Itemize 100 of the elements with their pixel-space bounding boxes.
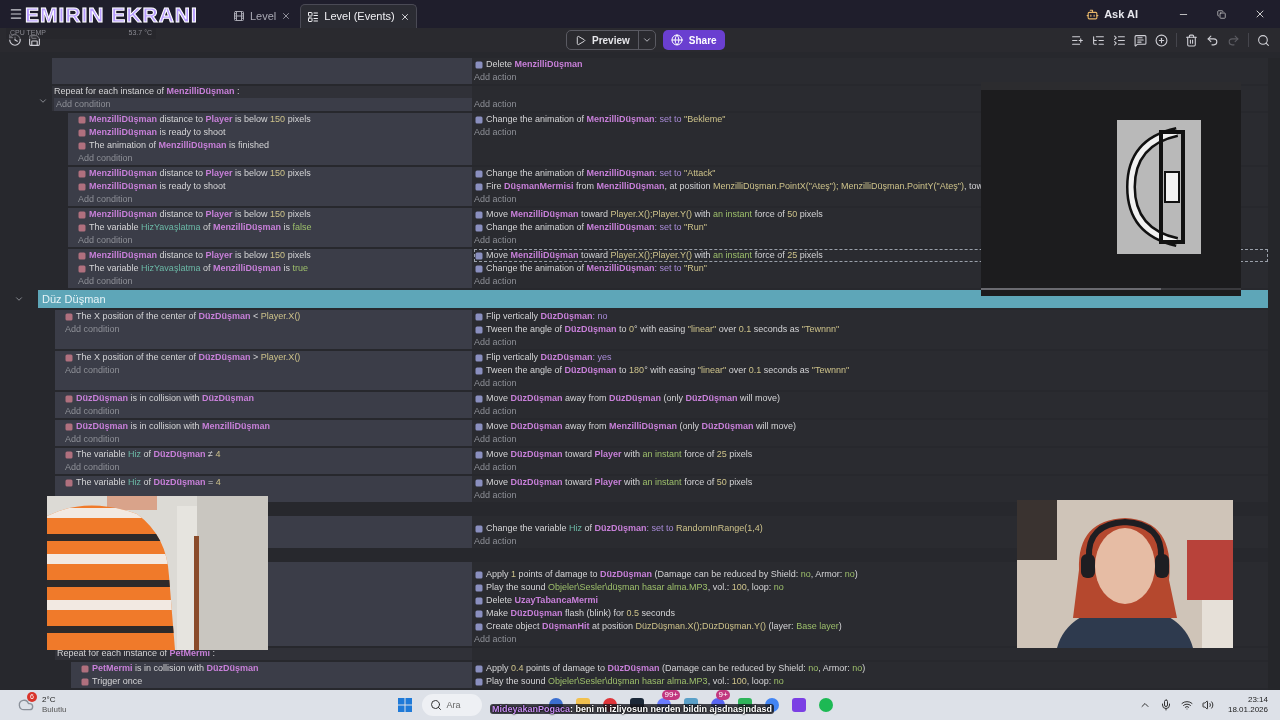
search-icon[interactable] [1257, 33, 1270, 47]
condition-text: DüzDüşman is in collision with DüzDüşman [76, 391, 255, 405]
action-text: Change the animation of MenzilliDüşman: set to "Run" [486, 220, 707, 234]
wifi-icon[interactable] [1180, 699, 1193, 711]
action-text: Tween the angle of DüzDüşman to 180° with easing "linear" over 0.1 seconds as "Tewnnn" [486, 363, 850, 377]
action-row[interactable]: Play the sound Objeler\Sesler\düşman hasar alma.MP3, vol.: 100, loop: no [474, 581, 1268, 594]
action-text: Move DüzDüşman toward Player with an instant force of 50 pixels [486, 475, 753, 489]
add-action-link[interactable]: Add action [474, 488, 517, 503]
add-action-link[interactable]: Add action [474, 70, 517, 85]
action-text: Change the animation of MenzilliDüşman: set to "Bekleme" [486, 112, 726, 126]
action-row[interactable]: Move DüzDüşman away from DüzDüşman (only DüzDüşman will move) [474, 392, 1268, 405]
menu-icon[interactable] [9, 7, 23, 21]
collapse-chevron-icon[interactable] [38, 96, 48, 106]
add-condition-link[interactable]: Add condition [56, 97, 111, 112]
add-condition-link[interactable]: Add condition [65, 322, 120, 337]
action-row[interactable]: Tween the angle of DüzDüşman to 0° with easing "linear" over 0.1 seconds as "Tewnnn" [474, 323, 1268, 336]
add-action-link[interactable]: Add action [474, 432, 517, 447]
add-condition-link[interactable]: Add condition [78, 192, 133, 207]
add-icon[interactable] [1155, 33, 1168, 47]
share-button[interactable]: Share [662, 30, 725, 50]
add-condition-link[interactable]: Add condition [65, 460, 120, 475]
action-text: Move DüzDüşman away from MenzilliDüşman (only DüzDüşman will move) [486, 419, 797, 433]
action-icon [475, 394, 483, 403]
add-condition-link[interactable]: Add condition [65, 404, 120, 419]
condition-text: MenzilliDüşman is ready to shoot [89, 125, 226, 139]
add-subevent-icon[interactable] [1092, 33, 1105, 47]
temperature-text: 2°C [42, 695, 57, 705]
add-condition-link[interactable]: Add condition [78, 233, 133, 248]
action-row[interactable]: Move MenzilliDüşman toward Player.X();Player.Y() with an instant force of 50 pixels [474, 208, 1268, 221]
action-row[interactable]: Move DüzDüşman toward Player with an instant force of 25 pixels [474, 448, 1268, 461]
action-row[interactable]: Change the animation of MenzilliDüşman: set to "Run" [474, 262, 1268, 275]
add-action-link[interactable]: Add action [474, 534, 517, 549]
action-text: Move DüzDüşman away from DüzDüşman (only DüzDüşman will move) [486, 391, 781, 405]
stream-overlay-title: EMIRIN EKRANI [25, 3, 198, 26]
add-event-icon[interactable] [1071, 33, 1084, 47]
add-action-link[interactable]: Add action [474, 233, 517, 248]
action-row[interactable]: Apply 1 points of damage to DüzDüşman (Damage can be reduced by Shield: no, Armor: no) [474, 568, 1268, 581]
close-icon[interactable] [1254, 8, 1266, 20]
action-text: Flip vertically DüzDüşman: no [486, 309, 608, 323]
add-action-link[interactable]: Add action [474, 192, 517, 207]
action-text: Play the sound Objeler\Sesler\düşman hasar alma.MP3, vol.: 100, loop: no [486, 580, 784, 594]
ask-ai-button[interactable]: Ask AI [1086, 5, 1138, 23]
collapse-chevron-icon[interactable] [14, 294, 24, 304]
microphone-icon[interactable] [1159, 699, 1172, 711]
condition-text: Trigger once [92, 674, 143, 688]
close-icon[interactable] [399, 11, 410, 22]
editor-tab[interactable]: Level (Events) [300, 4, 417, 28]
add-action-link[interactable]: Add action [474, 335, 517, 350]
close-icon[interactable] [281, 11, 292, 21]
add-condition-link[interactable]: Add condition [78, 151, 133, 166]
restore-icon[interactable] [1217, 9, 1226, 19]
action-text: Move MenzilliDüşman toward Player.X();Player.Y() with an instant force of 25 pixels [486, 248, 823, 262]
condition-text: PetMermi is in collision with DüzDüşman [92, 661, 259, 675]
clock-time: 23:14 [1247, 695, 1268, 705]
action-row[interactable]: Delete MenzilliDüşman [474, 58, 1268, 71]
list-icon [307, 10, 320, 23]
condition-icon [65, 394, 73, 403]
cloud-icon[interactable] [18, 697, 34, 713]
editor-tab[interactable]: Level [227, 4, 298, 28]
add-action-link[interactable]: Add action [474, 376, 517, 391]
speaker-icon[interactable] [1201, 699, 1214, 711]
list-icon[interactable] [1113, 33, 1126, 47]
search-icon [430, 699, 443, 711]
comment-icon[interactable] [1134, 33, 1147, 47]
action-row[interactable]: Delete UzayTabancaMermi [474, 594, 1268, 607]
condition-text: MenzilliDüşman distance to Player is below 150 pixels [89, 112, 311, 126]
action-row[interactable]: Apply 0.4 points of damage to DüzDüşman (Damage can be reduced by Shield: no, Armor: no) [474, 662, 1268, 675]
action-row[interactable]: Flip vertically DüzDüşman: no [474, 310, 1268, 323]
add-condition-link[interactable]: Add condition [65, 363, 120, 378]
add-action-link[interactable]: Add action [474, 97, 517, 112]
add-condition-link[interactable]: Add condition [65, 432, 120, 447]
condition-icon [65, 353, 73, 362]
delete-icon[interactable] [1185, 33, 1198, 47]
search-field[interactable]: Ara [422, 694, 483, 716]
history-icon[interactable] [8, 33, 22, 47]
globe-icon [670, 34, 683, 46]
action-row[interactable]: Move DüzDüşman away from MenzilliDüşman (only DüzDüşman will move) [474, 420, 1268, 433]
undo-icon[interactable] [1206, 33, 1219, 47]
action-text: Move MenzilliDüşman toward Player.X();Player.Y() with an instant force of 50 pixels [486, 207, 823, 221]
action-row[interactable]: Change the animation of MenzilliDüşman: set to "Run" [474, 221, 1268, 234]
action-row[interactable]: Flip vertically DüzDüşman: yes [474, 351, 1268, 364]
action-row[interactable]: Change the animation of MenzilliDüşman: set to "Attack" [474, 167, 1268, 180]
action-row[interactable]: Move DüzDüşman toward Player with an instant force of 50 pixels [474, 476, 1268, 489]
play-icon [575, 34, 586, 46]
add-action-link[interactable]: Add action [474, 632, 517, 647]
add-action-link[interactable]: Add action [474, 404, 517, 419]
add-action-link[interactable]: Add action [474, 274, 517, 289]
action-row[interactable]: Change the variable Hiz of DüzDüşman: set to RandomInRange(1,4) [474, 522, 1268, 535]
add-action-link[interactable]: Add action [474, 125, 517, 140]
action-row[interactable]: Change the animation of MenzilliDüşman: set to "Bekleme" [474, 113, 1268, 126]
action-row[interactable]: Create object DüşmanHit at position DüzDüşman.X();DüzDüşman.Y() (layer: Base layer) [474, 620, 1268, 633]
add-action-link[interactable]: Add action [474, 460, 517, 475]
action-row[interactable]: Tween the angle of DüzDüşman to 180° with easing "linear" over 0.1 seconds as "Tewnnn" [474, 364, 1268, 377]
windows-logo-icon[interactable] [398, 698, 413, 712]
action-row[interactable]: Make DüzDüşman flash (blink) for 0.5 seconds [474, 607, 1268, 620]
clock-date: 18.01.2026 [1227, 705, 1268, 715]
add-condition-link[interactable]: Add condition [78, 274, 133, 289]
weather-text: Bulutlu [42, 705, 67, 715]
action-row[interactable]: Play the sound Objeler\Sesler\düşman hasar alma.MP3, vol.: 100, loop: no [474, 675, 1268, 688]
save-icon[interactable] [28, 33, 41, 47]
